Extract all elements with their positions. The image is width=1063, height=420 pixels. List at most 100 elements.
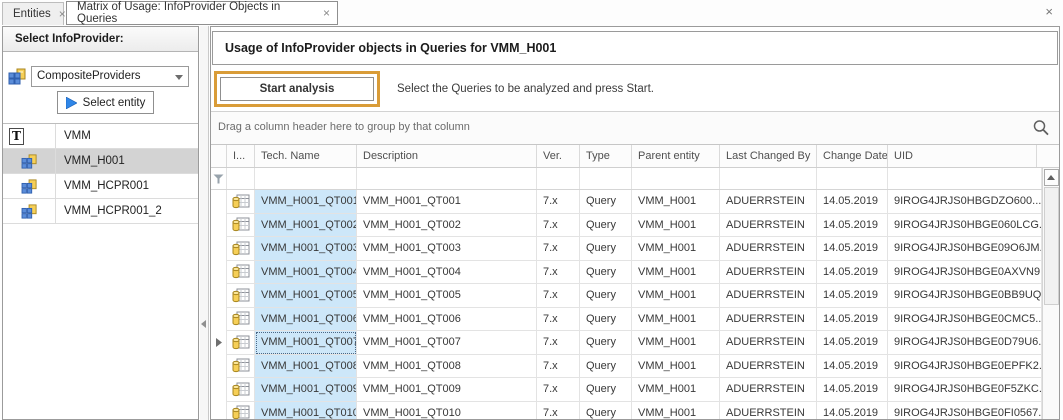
cell-parent-entity[interactable]: VMM_H001 [632, 190, 720, 214]
cell-description[interactable]: VMM_H001_QT006 [357, 308, 537, 332]
column-header-change-date[interactable]: Change Date [817, 145, 888, 167]
table-row[interactable]: VMM_H001_QT009VMM_H001_QT0097.xQueryVMM_… [211, 378, 1042, 402]
list-filter-value[interactable]: VMM [56, 130, 91, 142]
tab-matrix-of-usage[interactable]: Matrix of Usage: InfoProvider Objects in… [66, 1, 338, 25]
cell-type[interactable]: Query [580, 331, 632, 355]
provider-type-dropdown[interactable]: CompositeProviders [31, 66, 189, 87]
cell-change-date[interactable]: 14.05.2019 [817, 331, 888, 355]
sidebar-item-vmm-hcpr001[interactable]: VMM_HCPR001 [3, 174, 198, 199]
cell-version[interactable]: 7.x [537, 190, 580, 214]
table-row[interactable]: VMM_H001_QT002VMM_H001_QT0027.xQueryVMM_… [211, 214, 1042, 238]
filter-cell[interactable] [888, 168, 1042, 189]
cell-last-changed-by[interactable]: ADUERRSTEIN [720, 402, 817, 420]
cell-parent-entity[interactable]: VMM_H001 [632, 214, 720, 238]
cell-type[interactable]: Query [580, 402, 632, 420]
filter-cell[interactable] [255, 168, 357, 189]
cell-change-date[interactable]: 14.05.2019 [817, 284, 888, 308]
column-header-version[interactable]: Ver. [537, 145, 580, 167]
cell-uid[interactable]: 9IROG4JRJS0HBGE0BB9UQ... [888, 284, 1042, 308]
cell-tech-name[interactable]: VMM_H001_QT003 [255, 237, 357, 261]
cell-change-date[interactable]: 14.05.2019 [817, 355, 888, 379]
select-entity-button[interactable]: Select entity [57, 91, 154, 114]
start-analysis-button[interactable]: Start analysis [220, 77, 374, 101]
cell-version[interactable]: 7.x [537, 355, 580, 379]
cell-last-changed-by[interactable]: ADUERRSTEIN [720, 378, 817, 402]
cell-tech-name[interactable]: VMM_H001_QT006 [255, 308, 357, 332]
cell-change-date[interactable]: 14.05.2019 [817, 214, 888, 238]
cell-change-date[interactable]: 14.05.2019 [817, 378, 888, 402]
cell-uid[interactable]: 9IROG4JRJS0HBGE0FI0567... [888, 402, 1042, 420]
cell-parent-entity[interactable]: VMM_H001 [632, 237, 720, 261]
filter-cell[interactable] [580, 168, 632, 189]
cell-version[interactable]: 7.x [537, 378, 580, 402]
tab-entities[interactable]: Entities × [2, 2, 64, 25]
cell-type[interactable]: Query [580, 284, 632, 308]
cell-last-changed-by[interactable]: ADUERRSTEIN [720, 214, 817, 238]
column-header-tech-name[interactable]: Tech. Name [255, 145, 357, 167]
sidebar-item-vmm-hcpr001-2[interactable]: VMM_HCPR001_2 [3, 199, 198, 224]
cell-type[interactable]: Query [580, 308, 632, 332]
cell-change-date[interactable]: 14.05.2019 [817, 261, 888, 285]
cell-uid[interactable]: 9IROG4JRJS0HBGE09O6JM... [888, 237, 1042, 261]
filter-cell[interactable] [537, 168, 580, 189]
table-row[interactable]: VMM_H001_QT010VMM_H001_QT0107.xQueryVMM_… [211, 402, 1042, 420]
cell-uid[interactable]: 9IROG4JRJS0HBGE0AXVN9... [888, 261, 1042, 285]
cell-last-changed-by[interactable]: ADUERRSTEIN [720, 308, 817, 332]
cell-parent-entity[interactable]: VMM_H001 [632, 355, 720, 379]
filter-cell[interactable] [720, 168, 817, 189]
search-icon[interactable] [1032, 119, 1050, 142]
cell-description[interactable]: VMM_H001_QT007 [357, 331, 537, 355]
cell-description[interactable]: VMM_H001_QT004 [357, 261, 537, 285]
cell-uid[interactable]: 9IROG4JRJS0HBGE0F5ZKC... [888, 378, 1042, 402]
cell-last-changed-by[interactable]: ADUERRSTEIN [720, 237, 817, 261]
cell-last-changed-by[interactable]: ADUERRSTEIN [720, 190, 817, 214]
cell-change-date[interactable]: 14.05.2019 [817, 308, 888, 332]
filter-cell[interactable] [227, 168, 255, 189]
cell-parent-entity[interactable]: VMM_H001 [632, 261, 720, 285]
cell-tech-name[interactable]: VMM_H001_QT005 [255, 284, 357, 308]
cell-version[interactable]: 7.x [537, 237, 580, 261]
column-header-uid[interactable]: UID [888, 145, 1037, 167]
cell-version[interactable]: 7.x [537, 261, 580, 285]
column-header-icon[interactable]: I... [227, 145, 255, 167]
cell-uid[interactable]: 9IROG4JRJS0HBGE0CMC5... [888, 308, 1042, 332]
table-row[interactable]: VMM_H001_QT003VMM_H001_QT0037.xQueryVMM_… [211, 237, 1042, 261]
cell-parent-entity[interactable]: VMM_H001 [632, 308, 720, 332]
cell-version[interactable]: 7.x [537, 308, 580, 332]
table-row[interactable]: VMM_H001_QT001VMM_H001_QT0017.xQueryVMM_… [211, 190, 1042, 214]
cell-tech-name[interactable]: VMM_H001_QT010 [255, 402, 357, 420]
close-icon[interactable]: × [1045, 4, 1053, 19]
cell-uid[interactable]: 9IROG4JRJS0HBGE0EPFK2... [888, 355, 1042, 379]
table-row[interactable]: VMM_H001_QT006VMM_H001_QT0067.xQueryVMM_… [211, 308, 1042, 332]
cell-tech-name[interactable]: VMM_H001_QT002 [255, 214, 357, 238]
tab-close-icon[interactable]: × [323, 7, 330, 19]
cell-last-changed-by[interactable]: ADUERRSTEIN [720, 331, 817, 355]
cell-parent-entity[interactable]: VMM_H001 [632, 331, 720, 355]
table-row[interactable]: VMM_H001_QT008VMM_H001_QT0087.xQueryVMM_… [211, 355, 1042, 379]
column-header-parent-entity[interactable]: Parent entity [632, 145, 720, 167]
panel-splitter[interactable] [200, 26, 209, 420]
chevron-down-icon[interactable] [175, 75, 183, 80]
scrollbar-thumb[interactable] [1044, 187, 1059, 305]
sidebar-item-vmm-h001[interactable]: VMM_H001 [3, 149, 198, 174]
cell-change-date[interactable]: 14.05.2019 [817, 237, 888, 261]
group-by-bar[interactable]: Drag a column header here to group by th… [211, 112, 1059, 145]
cell-type[interactable]: Query [580, 190, 632, 214]
cell-tech-name[interactable]: VMM_H001_QT008 [255, 355, 357, 379]
list-filter-row[interactable]: T VMM [3, 124, 198, 149]
cell-uid[interactable]: 9IROG4JRJS0HBGE060LCG... [888, 214, 1042, 238]
cell-description[interactable]: VMM_H001_QT010 [357, 402, 537, 420]
cell-parent-entity[interactable]: VMM_H001 [632, 378, 720, 402]
cell-type[interactable]: Query [580, 237, 632, 261]
cell-change-date[interactable]: 14.05.2019 [817, 402, 888, 420]
cell-last-changed-by[interactable]: ADUERRSTEIN [720, 355, 817, 379]
cell-tech-name[interactable]: VMM_H001_QT007 [255, 331, 357, 355]
cell-description[interactable]: VMM_H001_QT002 [357, 214, 537, 238]
cell-version[interactable]: 7.x [537, 214, 580, 238]
cell-last-changed-by[interactable]: ADUERRSTEIN [720, 261, 817, 285]
cell-parent-entity[interactable]: VMM_H001 [632, 284, 720, 308]
cell-change-date[interactable]: 14.05.2019 [817, 190, 888, 214]
filter-cell[interactable] [632, 168, 720, 189]
cell-last-changed-by[interactable]: ADUERRSTEIN [720, 284, 817, 308]
collapse-left-icon[interactable] [201, 320, 206, 328]
